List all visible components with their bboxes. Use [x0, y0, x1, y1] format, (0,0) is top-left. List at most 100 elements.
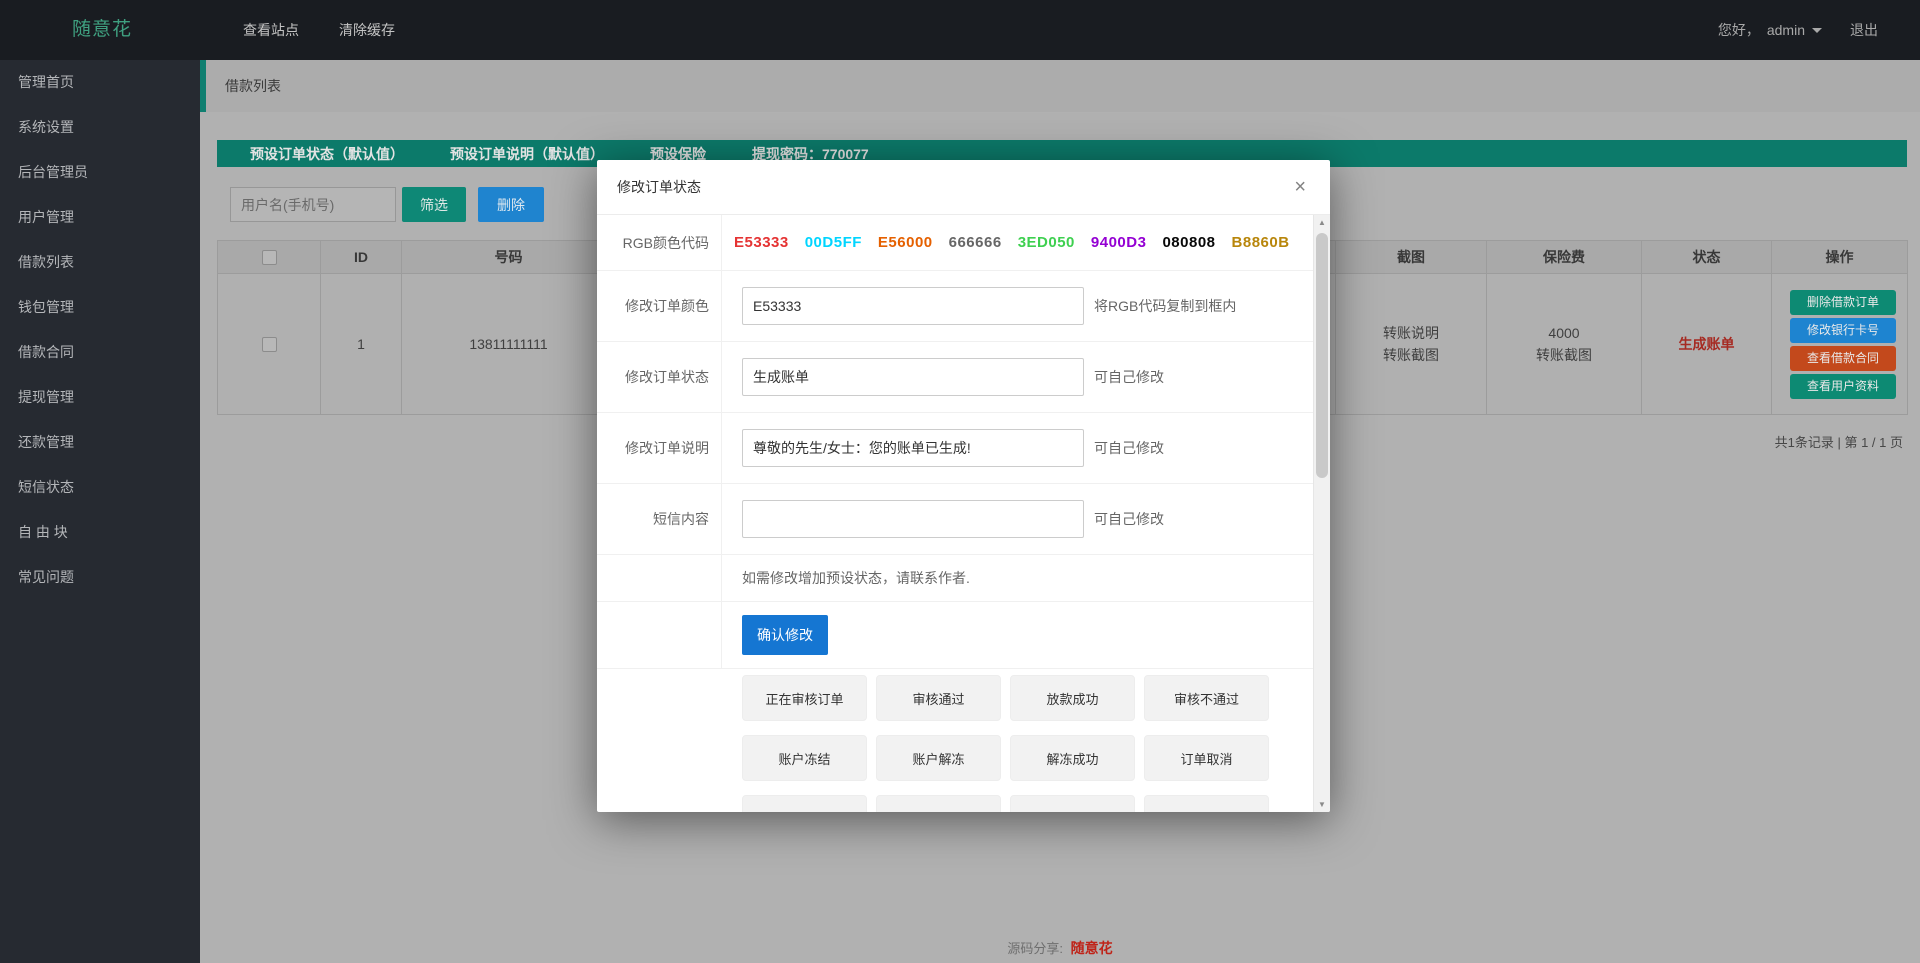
logout-button[interactable]: 退出: [1850, 20, 1878, 40]
order-color-input[interactable]: [742, 287, 1084, 325]
order-status-label: 修改订单状态: [597, 342, 722, 412]
preset-unfreeze-success-button[interactable]: 解冻成功: [1010, 735, 1135, 781]
edit-order-status-modal: 修改订单状态 × RGB颜色代码 E53333 00D5FF E56000 66…: [597, 160, 1330, 812]
transfer-shot-link[interactable]: 转账截图: [1336, 344, 1486, 366]
preset-row-1: 正在审核订单 审核通过 放款成功 审核不通过: [742, 675, 1313, 721]
insurance-shot-link[interactable]: 转账截图: [1487, 344, 1641, 366]
sms-content-hint: 可自己修改: [1094, 509, 1164, 529]
preset-credit-flow-button[interactable]: 信用流水: [742, 795, 867, 812]
sidebar-item-withdraw[interactable]: 提现管理: [0, 375, 200, 420]
edit-bank-card-button[interactable]: 修改银行卡号: [1790, 318, 1896, 343]
preset-collect-fee-button[interactable]: 收取保险费: [1144, 795, 1269, 812]
order-color-row: 修改订单颜色 将RGB代码复制到框内: [597, 271, 1313, 342]
action-stack: 删除借款订单 修改银行卡号 查看借款合同 查看用户资料: [1772, 290, 1907, 399]
row-checkbox[interactable]: [262, 337, 277, 352]
preset-loan-success-button[interactable]: 放款成功: [1010, 675, 1135, 721]
scroll-down-icon[interactable]: ▼: [1314, 800, 1330, 809]
preset-bank-error-button[interactable]: 银行卡异常: [1010, 795, 1135, 812]
delete-button[interactable]: 删除: [478, 187, 544, 222]
row-select-cell: [218, 274, 321, 415]
select-all-checkbox[interactable]: [262, 250, 277, 265]
row-status-cell: 生成账单: [1642, 274, 1772, 415]
greeting-text: 您好，: [1718, 20, 1760, 40]
preset-rejected-button[interactable]: 审核不通过: [1144, 675, 1269, 721]
breadcrumb: 借款列表: [200, 60, 1920, 112]
order-desc-input[interactable]: [742, 429, 1084, 467]
sidebar-item-home[interactable]: 管理首页: [0, 60, 200, 105]
sms-content-input[interactable]: [742, 500, 1084, 538]
preset-row-2: 账户冻结 账户解冻 解冻成功 订单取消: [742, 735, 1313, 781]
row-actions-cell: 删除借款订单 修改银行卡号 查看借款合同 查看用户资料: [1772, 274, 1908, 415]
sidebar-item-free-block[interactable]: 自 由 块: [0, 510, 200, 555]
contact-author-note: 如需修改增加预设状态，请联系作者.: [742, 568, 970, 588]
modal-scrollbar[interactable]: ▲ ▼: [1313, 215, 1330, 812]
sidebar-item-system-settings[interactable]: 系统设置: [0, 105, 200, 150]
scroll-up-icon[interactable]: ▲: [1314, 218, 1330, 227]
order-color-hint: 将RGB代码复制到框内: [1094, 296, 1236, 316]
sidebar-item-wallet[interactable]: 钱包管理: [0, 285, 200, 330]
navbar-menu: 查看站点 清除缓存: [243, 0, 395, 60]
order-desc-label: 修改订单说明: [597, 413, 722, 483]
pagination-info: 共1条记录 | 第 1 / 1 页: [1775, 432, 1903, 451]
note-row: 如需修改增加预设状态，请联系作者.: [597, 555, 1313, 602]
sidebar-item-loan-contract[interactable]: 借款合同: [0, 330, 200, 375]
rgb-code-0[interactable]: E53333: [734, 234, 789, 251]
confirm-row: 确认修改: [597, 602, 1313, 669]
nav-item-clear-cache[interactable]: 清除缓存: [339, 20, 395, 40]
scrollbar-thumb[interactable]: [1316, 233, 1328, 478]
preset-approved-button[interactable]: 审核通过: [876, 675, 1001, 721]
preset-order-status-link[interactable]: 预设订单状态（默认值）: [250, 144, 404, 164]
preset-order-canceled-button[interactable]: 订单取消: [1144, 735, 1269, 781]
order-status-input[interactable]: [742, 358, 1084, 396]
note-label-empty: [597, 555, 722, 601]
confirm-edit-button[interactable]: 确认修改: [742, 615, 828, 655]
rgb-code-6[interactable]: 080808: [1162, 234, 1215, 251]
col-header-status: 状态: [1642, 241, 1772, 274]
col-header-phone: 号码: [402, 241, 616, 274]
rgb-code-3[interactable]: 666666: [949, 234, 1002, 251]
user-dropdown[interactable]: 您好， admin: [1718, 20, 1822, 40]
nav-item-view-site[interactable]: 查看站点: [243, 20, 299, 40]
view-user-profile-button[interactable]: 查看用户资料: [1790, 374, 1896, 399]
preset-account-unfrozen-button[interactable]: 账户解冻: [876, 735, 1001, 781]
username-search-input[interactable]: [230, 187, 396, 222]
transfer-desc-link[interactable]: 转账说明: [1336, 322, 1486, 344]
sidebar-item-admins[interactable]: 后台管理员: [0, 150, 200, 195]
rgb-codes-row: RGB颜色代码 E53333 00D5FF E56000 666666 3ED0…: [597, 215, 1313, 271]
navbar-right: 您好， admin 退出: [1718, 0, 1878, 60]
sidebar: 管理首页 系统设置 后台管理员 用户管理 借款列表 钱包管理 借款合同 提现管理…: [0, 60, 200, 963]
rgb-code-4[interactable]: 3ED050: [1018, 234, 1075, 251]
footer-brand-link[interactable]: 随意花: [1071, 940, 1113, 956]
view-loan-contract-button[interactable]: 查看借款合同: [1790, 346, 1896, 371]
preset-order-desc-link[interactable]: 预设订单说明（默认值）: [450, 144, 604, 164]
preset-account-frozen-button[interactable]: 账户冻结: [742, 735, 867, 781]
order-desc-row: 修改订单说明 可自己修改: [597, 413, 1313, 484]
preset-paying-button[interactable]: 正在打款: [876, 795, 1001, 812]
rgb-code-7[interactable]: B8860B: [1232, 234, 1290, 251]
close-icon[interactable]: ×: [1290, 160, 1310, 215]
confirm-label-empty: [597, 602, 722, 668]
row-id-cell: 1: [321, 274, 402, 415]
sidebar-item-faq[interactable]: 常见问题: [0, 555, 200, 600]
sidebar-item-sms-status[interactable]: 短信状态: [0, 465, 200, 510]
top-navbar: 随意花 查看站点 清除缓存 您好， admin 退出: [0, 0, 1920, 60]
rgb-code-1[interactable]: 00D5FF: [805, 234, 862, 251]
preset-row-3: 信用流水 正在打款 银行卡异常 收取保险费: [742, 795, 1313, 812]
sidebar-item-users[interactable]: 用户管理: [0, 195, 200, 240]
username: admin: [1767, 22, 1805, 38]
preset-buttons-area: 正在审核订单 审核通过 放款成功 审核不通过 账户冻结 账户解冻 解冻成功 订单…: [597, 669, 1313, 812]
sms-content-row: 短信内容 可自己修改: [597, 484, 1313, 555]
chevron-down-icon: [1812, 28, 1822, 33]
order-desc-hint: 可自己修改: [1094, 438, 1164, 458]
preset-reviewing-button[interactable]: 正在审核订单: [742, 675, 867, 721]
filter-button[interactable]: 筛选: [402, 187, 466, 222]
sidebar-item-repayment[interactable]: 还款管理: [0, 420, 200, 465]
rgb-code-5[interactable]: 9400D3: [1091, 234, 1147, 251]
rgb-codes-list: E53333 00D5FF E56000 666666 3ED050 9400D…: [722, 215, 1313, 270]
delete-loan-order-button[interactable]: 删除借款订单: [1790, 290, 1896, 315]
status-badge: 生成账单: [1679, 336, 1735, 352]
rgb-code-2[interactable]: E56000: [878, 234, 933, 251]
brand-logo[interactable]: 随意花: [72, 0, 132, 60]
sidebar-item-loan-list[interactable]: 借款列表: [0, 240, 200, 285]
modal-form: RGB颜色代码 E53333 00D5FF E56000 666666 3ED0…: [597, 215, 1313, 812]
